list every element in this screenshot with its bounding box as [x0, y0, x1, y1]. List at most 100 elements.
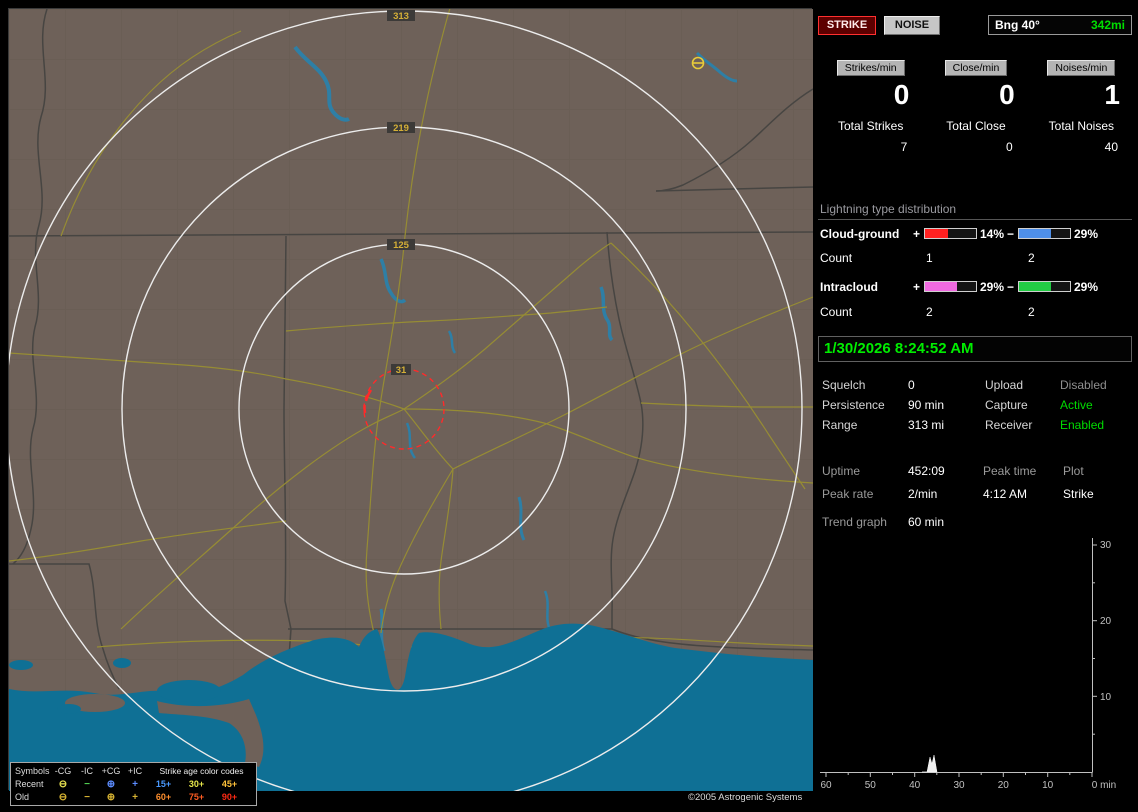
map-legend: Symbols -CG -IC +CG +IC Strike age color…: [10, 762, 257, 806]
age-code-90: 90+: [221, 792, 238, 802]
trend-axes: [820, 538, 1097, 777]
cg-plus-count: 1: [926, 251, 933, 265]
recent-pos-cg-icon: ⊕: [106, 779, 116, 790]
close-per-min-badge: Close/min: [944, 60, 1008, 76]
minus-sign: −: [1007, 280, 1015, 294]
age-code-30: 30+: [188, 779, 205, 789]
capture-status: Active: [1060, 398, 1093, 412]
trend-graph-value: 60 min: [908, 515, 945, 529]
age-code-60: 60+: [155, 792, 172, 802]
range-label-31: 31: [396, 365, 407, 376]
trend-graph-label: Trend graph: [822, 515, 887, 529]
cg-minus-percent: 29%: [1074, 227, 1099, 241]
noises-per-min-value: 1: [1104, 79, 1120, 110]
legend-symbols-title: Symbols: [15, 766, 50, 776]
old-pos-ic-icon: +: [132, 792, 138, 803]
total-close-value: 0: [1005, 140, 1013, 154]
svg-text:30: 30: [953, 780, 965, 791]
trend-spike: [922, 754, 938, 773]
plus-sign: +: [913, 227, 921, 241]
strike-marker: [363, 404, 367, 414]
persistence-label: Persistence: [822, 398, 885, 412]
ic-plus-count: 2: [926, 305, 933, 319]
plot-label: Plot: [1063, 464, 1084, 478]
old-pos-cg-icon: ⊕: [106, 792, 116, 803]
svg-text:0 min: 0 min: [1092, 780, 1116, 791]
legend-age-title: Strike age color codes: [159, 766, 244, 776]
y-axis-labels: 30 20 10: [1100, 540, 1112, 703]
total-strikes-label: Total Strikes: [837, 119, 904, 133]
svg-text:10: 10: [1100, 692, 1112, 703]
map-canvas: 313 219 125 31: [9, 9, 813, 791]
recent-neg-cg-icon: ⊖: [58, 779, 68, 790]
squelch-value: 0: [908, 378, 915, 392]
persistence-value: 90 min: [908, 398, 945, 412]
x-axis-labels: 60 50 40 30 20 10 0 min: [820, 780, 1116, 791]
strikes-per-min-badge: Strikes/min: [836, 60, 905, 76]
status-panel: STRIKE NOISE Bng 40° 342mi Strikes/min 0…: [818, 8, 1134, 804]
upload-label: Upload: [985, 378, 1024, 392]
cg-minus-bar: [1018, 228, 1071, 239]
cloud-ground-row: Cloud-ground + 14% − 29%: [818, 227, 1134, 241]
total-close-label: Total Close: [946, 119, 1006, 133]
cg-plus-bar: [924, 228, 977, 239]
stats-row: Peak rate 2/min 4:12 AM Strike: [818, 487, 1134, 503]
svg-text:20: 20: [998, 780, 1010, 791]
cg-minus-count: 2: [1028, 251, 1035, 265]
plus-sign: +: [913, 280, 921, 294]
ic-minus-count: 2: [1028, 305, 1035, 319]
noise-toggle-button[interactable]: NOISE: [884, 16, 940, 35]
ic-plus-bar: [924, 281, 977, 292]
range-label: Range: [822, 418, 858, 432]
intracloud-count-row: Count 2 2: [818, 305, 1134, 319]
minus-sign: −: [1007, 227, 1015, 241]
recent-neg-ic-icon: −: [84, 779, 90, 790]
peak-rate-value: 2/min: [908, 487, 938, 501]
legend-col-pos-cg: +CG: [101, 766, 121, 776]
capture-label: Capture: [985, 398, 1028, 412]
trend-row: Trend graph 60 min: [818, 515, 1134, 531]
uptime-label: Uptime: [822, 464, 861, 478]
close-per-min-value: 0: [999, 79, 1015, 110]
rates-section: Strikes/min 0 Total Strikes 7 Close/min …: [818, 60, 1134, 154]
stats-row: Uptime 452:09 Peak time Plot: [818, 464, 1134, 480]
cloud-ground-label: Cloud-ground: [820, 227, 900, 241]
legend-row-recent-label: Recent: [15, 779, 44, 789]
app-window: { "map": { "range_labels": ["313", "219"…: [0, 0, 1138, 812]
age-code-75: 75+: [188, 792, 205, 802]
datetime-display: 1/30/2026 8:24:52 AM: [818, 336, 1132, 362]
bearing-readout: Bng 40° 342mi: [988, 15, 1132, 35]
peak-rate-label: Peak rate: [822, 487, 874, 501]
svg-text:60: 60: [820, 780, 832, 791]
intracloud-label: Intracloud: [820, 280, 879, 294]
intracloud-row: Intracloud + 29% − 29%: [818, 280, 1134, 294]
range-value: 313 mi: [908, 418, 945, 432]
age-code-45: 45+: [221, 779, 238, 789]
old-neg-cg-icon: ⊖: [58, 792, 68, 803]
cloud-ground-count-row: Count 1 2: [818, 251, 1134, 265]
settings-row: Persistence 90 min Capture Active: [818, 398, 1134, 414]
upload-status: Disabled: [1060, 378, 1107, 392]
lightning-map[interactable]: 313 219 125 31: [8, 8, 813, 791]
recent-pos-ic-icon: +: [132, 779, 138, 790]
receiver-status: Enabled: [1060, 418, 1105, 432]
total-noises-label: Total Noises: [1048, 119, 1115, 133]
ic-plus-percent: 29%: [980, 280, 1005, 294]
total-strikes-value: 7: [900, 140, 908, 154]
age-code-15: 15+: [155, 779, 172, 789]
count-label: Count: [820, 251, 853, 265]
legend-col-pos-ic: +IC: [127, 766, 143, 776]
bearing-label: Bng 40°: [995, 18, 1040, 32]
ic-minus-bar: [1018, 281, 1071, 292]
ic-minus-percent: 29%: [1074, 280, 1099, 294]
svg-text:30: 30: [1100, 540, 1112, 551]
noises-per-min-badge: Noises/min: [1047, 60, 1116, 76]
range-label-313: 313: [393, 11, 409, 22]
strike-toggle-button[interactable]: STRIKE: [818, 16, 876, 35]
svg-text:20: 20: [1100, 616, 1112, 627]
legend-col-neg-ic: -IC: [81, 766, 93, 776]
bearing-distance: 342mi: [1090, 18, 1125, 32]
svg-text:40: 40: [909, 780, 921, 791]
total-noises-value: 40: [1104, 140, 1118, 154]
separator-line: [818, 219, 1132, 220]
